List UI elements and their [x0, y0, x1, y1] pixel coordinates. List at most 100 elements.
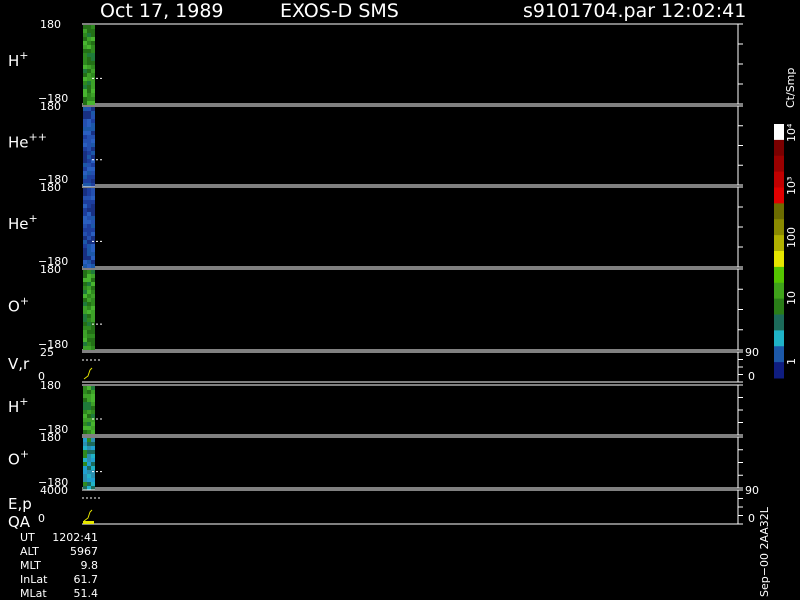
panel-label-sup: +: [20, 295, 29, 308]
heatmap-cell: [87, 228, 91, 232]
heatmap-cell: [87, 346, 91, 350]
heatmap-cell: [83, 61, 87, 65]
heatmap-cell: [83, 33, 87, 37]
panel-label: O+: [8, 295, 29, 316]
colorbar-segment: [774, 139, 784, 157]
heatmap-cell: [91, 240, 95, 244]
panel-label: H+: [8, 395, 29, 416]
heatmap-cell: [83, 442, 87, 446]
heatmap-cell: [87, 73, 91, 77]
heatmap-cell: [87, 486, 91, 490]
heatmap-cell: [91, 107, 95, 111]
colorbar-segment: [774, 346, 784, 363]
tick-top: 180: [40, 100, 61, 113]
heatmap-cell: [87, 270, 91, 274]
panel-label-2: QA: [8, 513, 31, 531]
heatmap-cell: [91, 220, 95, 224]
heatmap-cell: [91, 57, 95, 61]
heatmap-cell: [83, 45, 87, 49]
heatmap-cell: [87, 466, 91, 470]
heatmap-cell: [91, 232, 95, 236]
heatmap-cell: [83, 97, 87, 101]
heatmap-cell: [83, 143, 87, 147]
heatmap-cell: [83, 37, 87, 41]
heatmap-cell: [87, 406, 91, 410]
heatmap-cell: [83, 236, 87, 240]
heatmap-cell: [91, 252, 95, 256]
heatmap-cell: [87, 212, 91, 216]
heatmap-cell: [91, 334, 95, 338]
heatmap-cell: [87, 143, 91, 147]
heatmap-cell: [87, 163, 91, 167]
heatmap-cell: [87, 167, 91, 171]
heatmap-cell: [87, 37, 91, 41]
heatmap-cell: [91, 330, 95, 334]
heatmap-cell: [87, 278, 91, 282]
heatmap-cell: [91, 61, 95, 65]
heatmap-cell: [87, 208, 91, 212]
heatmap-cell: [83, 338, 87, 342]
heatmap-cell: [87, 57, 91, 61]
heatmap-cell: [83, 196, 87, 200]
heatmap-cell: [83, 274, 87, 278]
heatmap-cell: [87, 159, 91, 163]
heatmap-cell: [87, 45, 91, 49]
heatmap-cell: [87, 41, 91, 45]
heatmap-cell: [87, 394, 91, 398]
heatmap-cell: [87, 446, 91, 450]
heatmap-cell: [83, 188, 87, 192]
heatmap-cell: [91, 151, 95, 155]
sms-plot: Oct 17, 1989 EXOS-D SMS s9101704.par 12:…: [0, 0, 800, 600]
heatmap-cell: [87, 139, 91, 143]
heatmap-cell: [87, 232, 91, 236]
heatmap-cell: [83, 260, 87, 264]
heatmap-cell: [87, 69, 91, 73]
heatmap-cell: [87, 29, 91, 33]
heatmap-cell: [87, 386, 91, 390]
heatmap-cell: [83, 41, 87, 45]
heatmap-cell: [83, 410, 87, 414]
right-label-bottom: 0: [748, 512, 755, 525]
heatmap-cell: [83, 131, 87, 135]
heatmap-cell: [91, 290, 95, 294]
colorbar-segment: [774, 124, 784, 141]
heatmap-cell: [87, 81, 91, 85]
info-value: 1202:41: [52, 531, 98, 544]
heatmap-cell: [83, 310, 87, 314]
heatmap-cell: [87, 290, 91, 294]
heatmap-cell: [83, 334, 87, 338]
heatmap-cell: [91, 478, 95, 482]
colorbar: 10⁴ 10³ 100 10 1 Ct/Smp: [774, 68, 798, 379]
heatmap-cell: [87, 326, 91, 330]
colorbar-segment: [774, 219, 784, 236]
heatmap-cell: [83, 298, 87, 302]
heatmap-cell: [87, 418, 91, 422]
heatmap-cell: [83, 248, 87, 252]
heatmap-cell: [91, 25, 95, 29]
heatmap-cell: [83, 398, 87, 402]
heatmap-cell: [91, 466, 95, 470]
heatmap-cell: [83, 208, 87, 212]
heatmap-cell: [91, 101, 95, 105]
heatmap-cell: [91, 426, 95, 430]
heatmap-cell: [91, 306, 95, 310]
qa-bar: [83, 521, 94, 524]
heatmap-cell: [83, 212, 87, 216]
heatmap-cell: [91, 414, 95, 418]
colorbar-segment: [774, 314, 784, 331]
heatmap-cell: [83, 192, 87, 196]
heatmap-cell: [83, 466, 87, 470]
header-title: EXOS-D SMS: [280, 0, 399, 22]
heatmap-cell: [83, 278, 87, 282]
heatmap-cell: [87, 274, 91, 278]
heatmap-cell: [91, 216, 95, 220]
heatmap-cell: [91, 139, 95, 143]
heatmap-cell: [91, 73, 95, 77]
colorbar-segment: [774, 266, 784, 284]
heatmap-cell: [87, 101, 91, 105]
trace-line: [83, 367, 93, 380]
colorbar-label: 10: [785, 291, 798, 305]
heatmap-cell: [91, 93, 95, 97]
heatmap-cell: [83, 256, 87, 260]
heatmap-cell: [87, 89, 91, 93]
